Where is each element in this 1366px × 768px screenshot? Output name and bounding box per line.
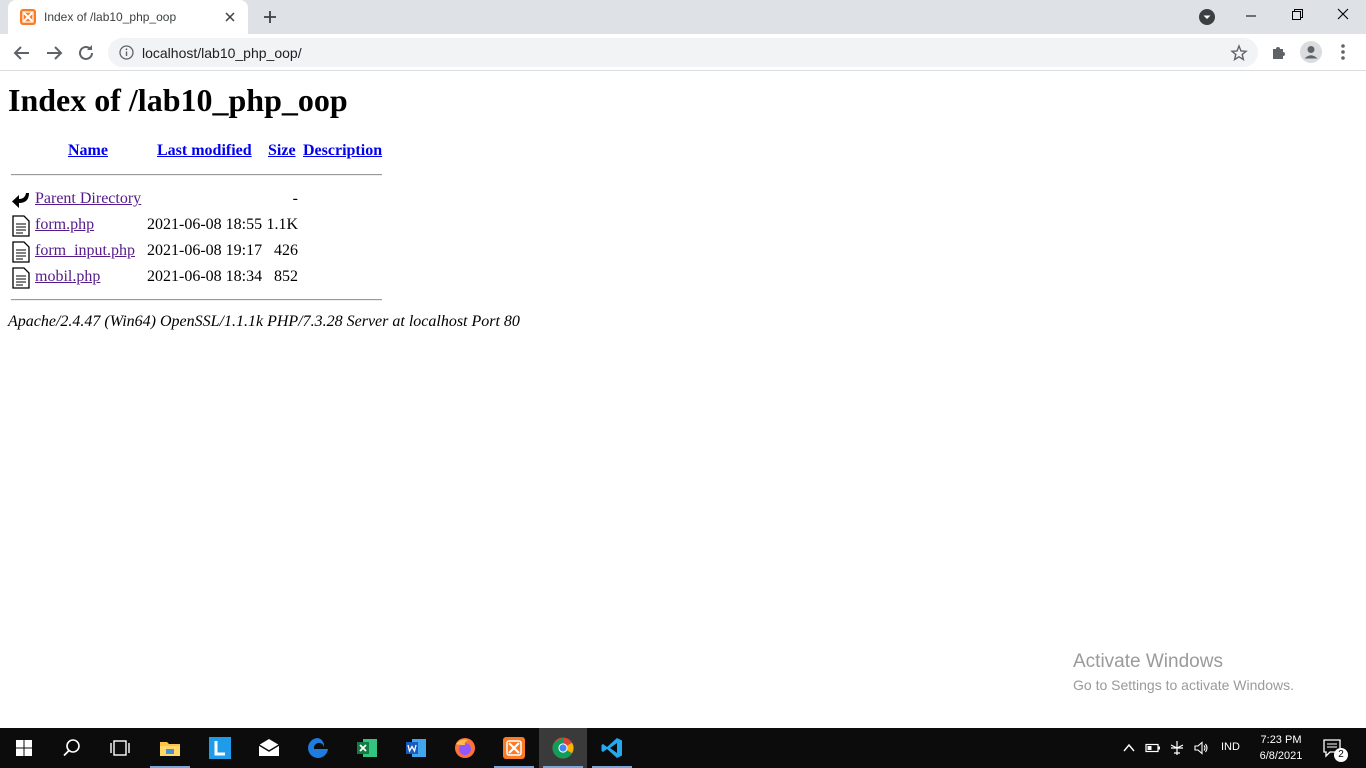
battery-icon[interactable] bbox=[1145, 740, 1161, 756]
row-size: 1.1K bbox=[266, 216, 298, 233]
parent-directory-link[interactable]: Parent Directory bbox=[35, 190, 141, 208]
column-header-size[interactable]: Size bbox=[268, 142, 296, 160]
new-tab-icon[interactable] bbox=[260, 7, 280, 27]
divider bbox=[11, 299, 382, 301]
back-arrow-icon bbox=[11, 189, 31, 211]
network-airplane-icon[interactable] bbox=[1169, 740, 1185, 756]
chrome-icon[interactable] bbox=[539, 728, 587, 768]
page-content: Index of /lab10_php_oop Name Last modifi… bbox=[0, 71, 1366, 728]
file-link[interactable]: form.php bbox=[35, 216, 94, 234]
word-icon[interactable] bbox=[392, 728, 440, 768]
divider bbox=[11, 174, 382, 176]
row-size: 852 bbox=[274, 268, 298, 285]
restore-icon[interactable] bbox=[1274, 0, 1320, 32]
xampp-icon[interactable] bbox=[490, 728, 538, 768]
row-size: 426 bbox=[274, 242, 298, 259]
row-size: - bbox=[292, 190, 298, 207]
extensions-puzzle-icon[interactable] bbox=[1270, 43, 1288, 61]
page-title: Index of /lab10_php_oop bbox=[8, 82, 348, 118]
kebab-menu-icon[interactable] bbox=[1335, 43, 1351, 61]
forward-arrow-icon[interactable] bbox=[42, 41, 66, 65]
language-indicator[interactable]: IND bbox=[1221, 741, 1240, 753]
edge-browser-icon[interactable] bbox=[294, 728, 342, 768]
file-icon bbox=[11, 241, 31, 263]
activate-windows-watermark: Activate Windows Go to Settings to activ… bbox=[1073, 651, 1294, 693]
xampp-favicon-icon bbox=[20, 9, 36, 25]
tab-close-icon[interactable] bbox=[222, 9, 238, 25]
url-text[interactable]: localhost/lab10_php_oop/ bbox=[142, 45, 302, 61]
clock-date: 6/8/2021 bbox=[1259, 750, 1303, 762]
show-hidden-icons-chevron-up-icon[interactable] bbox=[1121, 740, 1137, 756]
browser-tab[interactable]: Index of /lab10_php_oop bbox=[8, 0, 248, 34]
bookmark-star-icon[interactable] bbox=[1230, 44, 1248, 62]
tab-search-icon[interactable] bbox=[1198, 8, 1216, 26]
file-link[interactable]: form_input.php bbox=[35, 242, 135, 260]
file-link[interactable]: mobil.php bbox=[35, 268, 100, 286]
clock[interactable]: 7:23 PM 6/8/2021 bbox=[1255, 732, 1307, 764]
vscode-icon[interactable] bbox=[588, 728, 636, 768]
row-last-modified: 2021-06-08 19:17 bbox=[147, 242, 263, 259]
start-windows-icon[interactable] bbox=[0, 728, 48, 768]
column-header-last-modified[interactable]: Last modified bbox=[157, 142, 252, 160]
volume-icon[interactable] bbox=[1193, 740, 1209, 756]
tab-title: Index of /lab10_php_oop bbox=[44, 10, 177, 24]
clock-time: 7:23 PM bbox=[1260, 734, 1302, 746]
task-view-icon[interactable] bbox=[96, 728, 144, 768]
lightshot-icon[interactable] bbox=[196, 728, 244, 768]
table-row: form.php 2021-06-08 18:55 1.1K bbox=[0, 213, 400, 237]
reload-icon[interactable] bbox=[74, 41, 98, 65]
windows-taskbar: IND 7:23 PM 6/8/2021 2 bbox=[0, 728, 1366, 768]
row-last-modified: 2021-06-08 18:34 bbox=[147, 268, 263, 285]
tab-strip: Index of /lab10_php_oop bbox=[0, 0, 1366, 34]
file-icon bbox=[11, 267, 31, 289]
minimize-icon[interactable] bbox=[1228, 0, 1274, 32]
table-row: form_input.php 2021-06-08 19:17 426 bbox=[0, 239, 400, 263]
info-icon[interactable] bbox=[119, 45, 134, 60]
search-icon[interactable] bbox=[48, 728, 96, 768]
notification-count-badge: 2 bbox=[1334, 748, 1348, 762]
browser-toolbar: localhost/lab10_php_oop/ bbox=[0, 34, 1366, 71]
table-row: mobil.php 2021-06-08 18:34 852 bbox=[0, 265, 400, 289]
file-icon bbox=[11, 215, 31, 237]
watermark-subtitle: Go to Settings to activate Windows. bbox=[1073, 677, 1294, 693]
file-explorer-icon[interactable] bbox=[146, 728, 194, 768]
excel-icon[interactable] bbox=[343, 728, 391, 768]
profile-avatar-icon[interactable] bbox=[1300, 41, 1322, 63]
table-row: Parent Directory - bbox=[0, 187, 400, 211]
column-header-name[interactable]: Name bbox=[68, 142, 108, 160]
back-arrow-icon[interactable] bbox=[10, 41, 34, 65]
row-last-modified: 2021-06-08 18:55 bbox=[147, 216, 263, 233]
mail-icon[interactable] bbox=[245, 728, 293, 768]
column-header-description[interactable]: Description bbox=[303, 142, 382, 160]
watermark-title: Activate Windows bbox=[1073, 651, 1223, 672]
address-bar[interactable]: localhost/lab10_php_oop/ bbox=[108, 38, 1258, 67]
firefox-icon[interactable] bbox=[441, 728, 489, 768]
server-signature: Apache/2.4.47 (Win64) OpenSSL/1.1.1k PHP… bbox=[8, 313, 520, 330]
close-window-icon[interactable] bbox=[1320, 0, 1366, 32]
